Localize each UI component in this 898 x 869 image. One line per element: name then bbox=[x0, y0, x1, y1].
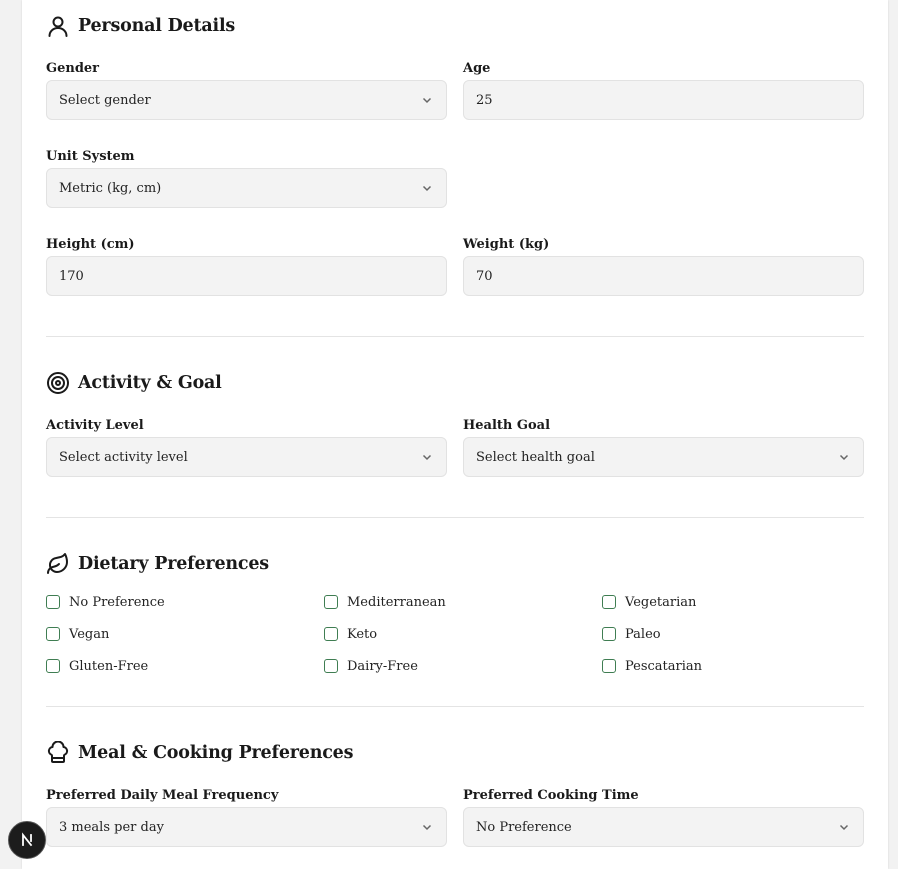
height-label: Height (cm) bbox=[46, 237, 135, 252]
unit-system-label: Unit System bbox=[46, 149, 135, 164]
checkbox-box[interactable] bbox=[46, 595, 60, 609]
activity-level-value: Select activity level bbox=[59, 449, 188, 465]
cooking-time-label: Preferred Cooking Time bbox=[463, 788, 639, 803]
gender-select[interactable]: Select gender bbox=[46, 80, 447, 120]
checkbox-label: Paleo bbox=[625, 626, 661, 642]
cooking-time-field: Preferred Cooking Time No Preference bbox=[463, 787, 864, 847]
health-goal-value: Select health goal bbox=[476, 449, 595, 465]
health-goal-field: Health Goal Select health goal bbox=[463, 417, 864, 477]
checkbox-keto[interactable]: Keto bbox=[324, 624, 377, 644]
gender-label: Gender bbox=[46, 61, 100, 76]
weight-value: 70 bbox=[476, 268, 493, 284]
activity-level-field: Activity Level Select activity level bbox=[46, 417, 447, 477]
section-title: Personal Details bbox=[78, 16, 236, 36]
checkbox-box[interactable] bbox=[324, 659, 338, 673]
section-divider bbox=[46, 336, 864, 337]
nextjs-icon[interactable] bbox=[8, 821, 46, 859]
chevron-down-icon bbox=[420, 820, 434, 834]
target-icon bbox=[46, 371, 70, 395]
checkbox-box[interactable] bbox=[324, 595, 338, 609]
checkbox-box[interactable] bbox=[46, 627, 60, 641]
section-divider bbox=[46, 517, 864, 518]
cooking-time-select[interactable]: No Preference bbox=[463, 807, 864, 847]
checkbox-label: Keto bbox=[347, 626, 378, 642]
unit-system-field: Unit System Metric (kg, cm) bbox=[46, 148, 447, 208]
checkbox-label: No Preference bbox=[69, 594, 165, 610]
leaf-icon bbox=[46, 552, 70, 576]
section-title: Meal & Cooking Preferences bbox=[78, 743, 354, 763]
health-goal-select[interactable]: Select health goal bbox=[463, 437, 864, 477]
checkbox-vegetarian[interactable]: Vegetarian bbox=[602, 592, 696, 612]
checkbox-pescatarian[interactable]: Pescatarian bbox=[602, 656, 702, 676]
age-value: 25 bbox=[476, 92, 493, 108]
personal-details-header: Personal Details bbox=[46, 11, 864, 41]
checkbox-label: Gluten-Free bbox=[69, 658, 149, 674]
chef-hat-icon bbox=[46, 741, 70, 765]
cooking-time-value: No Preference bbox=[476, 819, 572, 835]
checkbox-no-preference[interactable]: No Preference bbox=[46, 592, 165, 612]
gender-field: Gender Select gender bbox=[46, 60, 447, 120]
checkbox-box[interactable] bbox=[46, 659, 60, 673]
height-value: 170 bbox=[59, 268, 84, 284]
chevron-down-icon bbox=[837, 450, 851, 464]
unit-system-select[interactable]: Metric (kg, cm) bbox=[46, 168, 447, 208]
chevron-down-icon bbox=[420, 93, 434, 107]
health-goal-label: Health Goal bbox=[463, 418, 551, 433]
checkbox-label: Vegetarian bbox=[625, 594, 697, 610]
unit-system-value: Metric (kg, cm) bbox=[59, 180, 162, 196]
meal-frequency-select[interactable]: 3 meals per day bbox=[46, 807, 447, 847]
user-icon bbox=[46, 14, 70, 38]
age-input[interactable]: 25 bbox=[463, 80, 864, 120]
weight-label: Weight (kg) bbox=[463, 237, 550, 252]
form-card: Personal Details Gender Select gender Ag… bbox=[22, 0, 888, 869]
section-title: Activity & Goal bbox=[78, 373, 222, 393]
checkbox-dairy-free[interactable]: Dairy-Free bbox=[324, 656, 418, 676]
checkbox-box[interactable] bbox=[324, 627, 338, 641]
activity-goal-section: Activity & Goal bbox=[46, 368, 864, 398]
checkbox-box[interactable] bbox=[602, 627, 616, 641]
checkbox-label: Mediterranean bbox=[347, 594, 446, 610]
chevron-down-icon bbox=[420, 181, 434, 195]
dietary-preferences-header: Dietary Preferences bbox=[46, 549, 864, 579]
personal-details-section: Personal Details bbox=[46, 11, 864, 41]
height-field: Height (cm) 170 bbox=[46, 236, 447, 296]
dietary-preferences-section: Dietary Preferences bbox=[46, 549, 864, 579]
checkbox-gluten-free[interactable]: Gluten-Free bbox=[46, 656, 148, 676]
checkbox-label: Dairy-Free bbox=[347, 658, 418, 674]
meal-frequency-label: Preferred Daily Meal Frequency bbox=[46, 788, 279, 803]
section-title: Dietary Preferences bbox=[78, 554, 269, 574]
meal-frequency-value: 3 meals per day bbox=[59, 819, 164, 835]
weight-field: Weight (kg) 70 bbox=[463, 236, 864, 296]
checkbox-box[interactable] bbox=[602, 595, 616, 609]
section-divider bbox=[46, 706, 864, 707]
checkbox-vegan[interactable]: Vegan bbox=[46, 624, 109, 644]
weight-input[interactable]: 70 bbox=[463, 256, 864, 296]
gender-value: Select gender bbox=[59, 92, 151, 108]
age-field: Age 25 bbox=[463, 60, 864, 120]
chevron-down-icon bbox=[837, 820, 851, 834]
meal-cooking-header: Meal & Cooking Preferences bbox=[46, 738, 864, 768]
height-input[interactable]: 170 bbox=[46, 256, 447, 296]
activity-level-label: Activity Level bbox=[46, 418, 144, 433]
chevron-down-icon bbox=[420, 450, 434, 464]
activity-goal-header: Activity & Goal bbox=[46, 368, 864, 398]
age-label: Age bbox=[463, 61, 491, 76]
checkbox-label: Vegan bbox=[69, 626, 110, 642]
checkbox-label: Pescatarian bbox=[625, 658, 703, 674]
checkbox-mediterranean[interactable]: Mediterranean bbox=[324, 592, 446, 612]
meal-frequency-field: Preferred Daily Meal Frequency 3 meals p… bbox=[46, 787, 447, 847]
checkbox-paleo[interactable]: Paleo bbox=[602, 624, 661, 644]
meal-cooking-section: Meal & Cooking Preferences bbox=[46, 738, 864, 768]
activity-level-select[interactable]: Select activity level bbox=[46, 437, 447, 477]
checkbox-box[interactable] bbox=[602, 659, 616, 673]
